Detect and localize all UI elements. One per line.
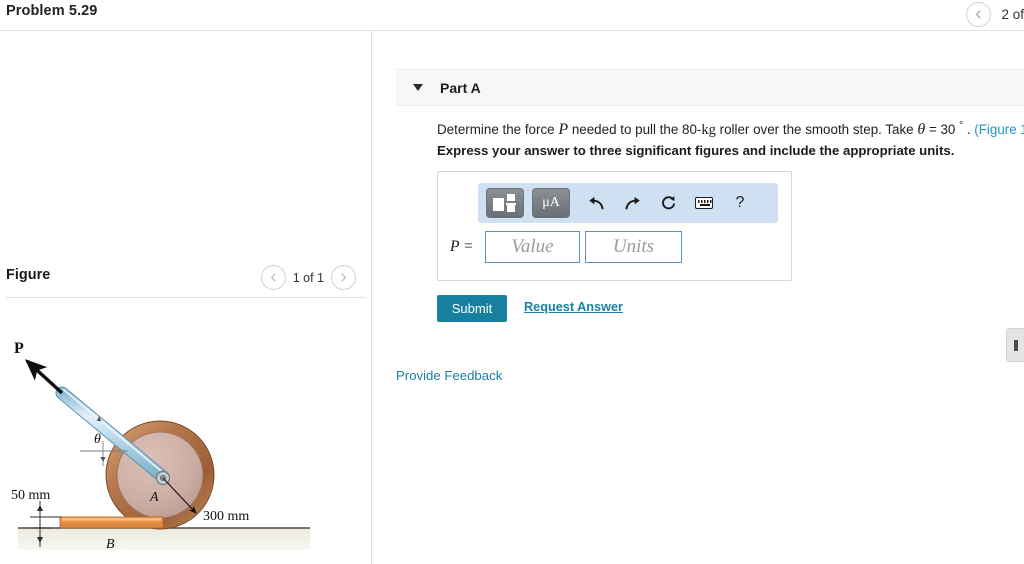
value-placeholder: Value	[511, 236, 554, 257]
answer-entry-box: μA ? P = Value Units	[437, 171, 792, 281]
step-height-label: 50 mm	[11, 488, 50, 503]
submit-button[interactable]: Submit	[437, 295, 507, 322]
request-answer-link[interactable]: Request Answer	[524, 300, 623, 314]
units-button[interactable]: μA	[532, 188, 570, 218]
question-text-mid2: roller over the smooth step. Take	[715, 122, 918, 137]
redo-arrow-glyph	[625, 196, 640, 209]
problem-counter: 2 of	[1001, 7, 1024, 22]
theta-label: θ	[94, 432, 101, 447]
template-square-icon	[493, 198, 504, 211]
figure-title: Figure	[6, 267, 51, 283]
chevron-left-icon	[270, 273, 276, 282]
header-navigation: 2 of	[966, 2, 1024, 27]
question-text: Determine the force P needed to pull the…	[437, 119, 1024, 141]
panel-toggle-button[interactable]	[1006, 328, 1024, 362]
undo-arrow-glyph	[588, 196, 603, 209]
top-header-bar: Problem 5.29 2 of	[0, 0, 1024, 30]
figure-diagram[interactable]: P θ 50 mm A 300 mm B	[0, 331, 371, 564]
units-input[interactable]: Units	[585, 231, 682, 263]
chevron-right-icon	[341, 273, 346, 282]
part-a-label: Part A	[440, 79, 481, 96]
figure-prev-button[interactable]	[260, 265, 286, 290]
figure-next-button[interactable]	[331, 265, 356, 290]
figure-header: Figure 1 of 1	[0, 263, 371, 297]
step-label: B	[106, 537, 115, 552]
center-label: A	[149, 490, 159, 505]
panel-toggle-icon	[1013, 339, 1018, 351]
page-root: Problem 5.29 2 of Figure 1 of 1 P θ 50 m…	[0, 0, 1024, 564]
template-denominator-icon	[507, 205, 515, 212]
math-template-button[interactable]	[486, 188, 524, 218]
question-text-post: .	[963, 122, 975, 137]
reset-icon[interactable]	[658, 193, 678, 213]
units-button-label: μA	[542, 195, 560, 210]
page-title: Problem 5.29	[6, 3, 98, 19]
answer-panel: Part A Determine the force P needed to p…	[372, 31, 1024, 564]
value-input[interactable]: Value	[485, 231, 580, 263]
figure-panel: Figure 1 of 1 P θ 50 mm A 300 mm B	[0, 31, 371, 564]
figure-counter: 1 of 1	[292, 270, 324, 285]
template-numerator-icon	[507, 194, 515, 201]
units-placeholder: Units	[612, 236, 655, 257]
answer-instruction: Express your answer to three significant…	[437, 143, 955, 158]
roller-step-diagram: P θ 50 mm A 300 mm B	[11, 340, 310, 552]
question-text-mid: needed to pull the 80-	[568, 122, 702, 137]
force-label: P	[14, 340, 24, 357]
radius-label: 300 mm	[203, 509, 249, 524]
question-text-pre: Determine the force	[437, 122, 559, 137]
figure-header-divider	[6, 297, 365, 298]
part-a-header[interactable]: Part A	[396, 69, 1024, 106]
provide-feedback-link[interactable]: Provide Feedback	[396, 368, 502, 383]
figure-navigation: 1 of 1	[260, 265, 356, 290]
question-angle-value: = 30	[925, 122, 960, 137]
previous-problem-button[interactable]	[966, 2, 992, 27]
undo-icon[interactable]	[586, 193, 606, 213]
figure-1-link[interactable]: (Figure 1)	[974, 122, 1024, 137]
help-label: ?	[735, 194, 745, 211]
answer-prefix-label: P =	[450, 238, 474, 255]
question-variable-p: P	[558, 121, 569, 138]
redo-icon[interactable]	[622, 193, 642, 213]
keyboard-glyph	[695, 197, 713, 209]
caret-down-icon[interactable]	[413, 84, 423, 91]
chevron-left-icon	[976, 10, 982, 19]
help-icon[interactable]: ?	[730, 193, 750, 213]
reset-circular-arrow-glyph	[661, 195, 675, 209]
question-unit-kg: kg	[701, 122, 716, 138]
keyboard-icon[interactable]	[694, 193, 714, 213]
math-toolbar: μA ?	[478, 183, 778, 223]
